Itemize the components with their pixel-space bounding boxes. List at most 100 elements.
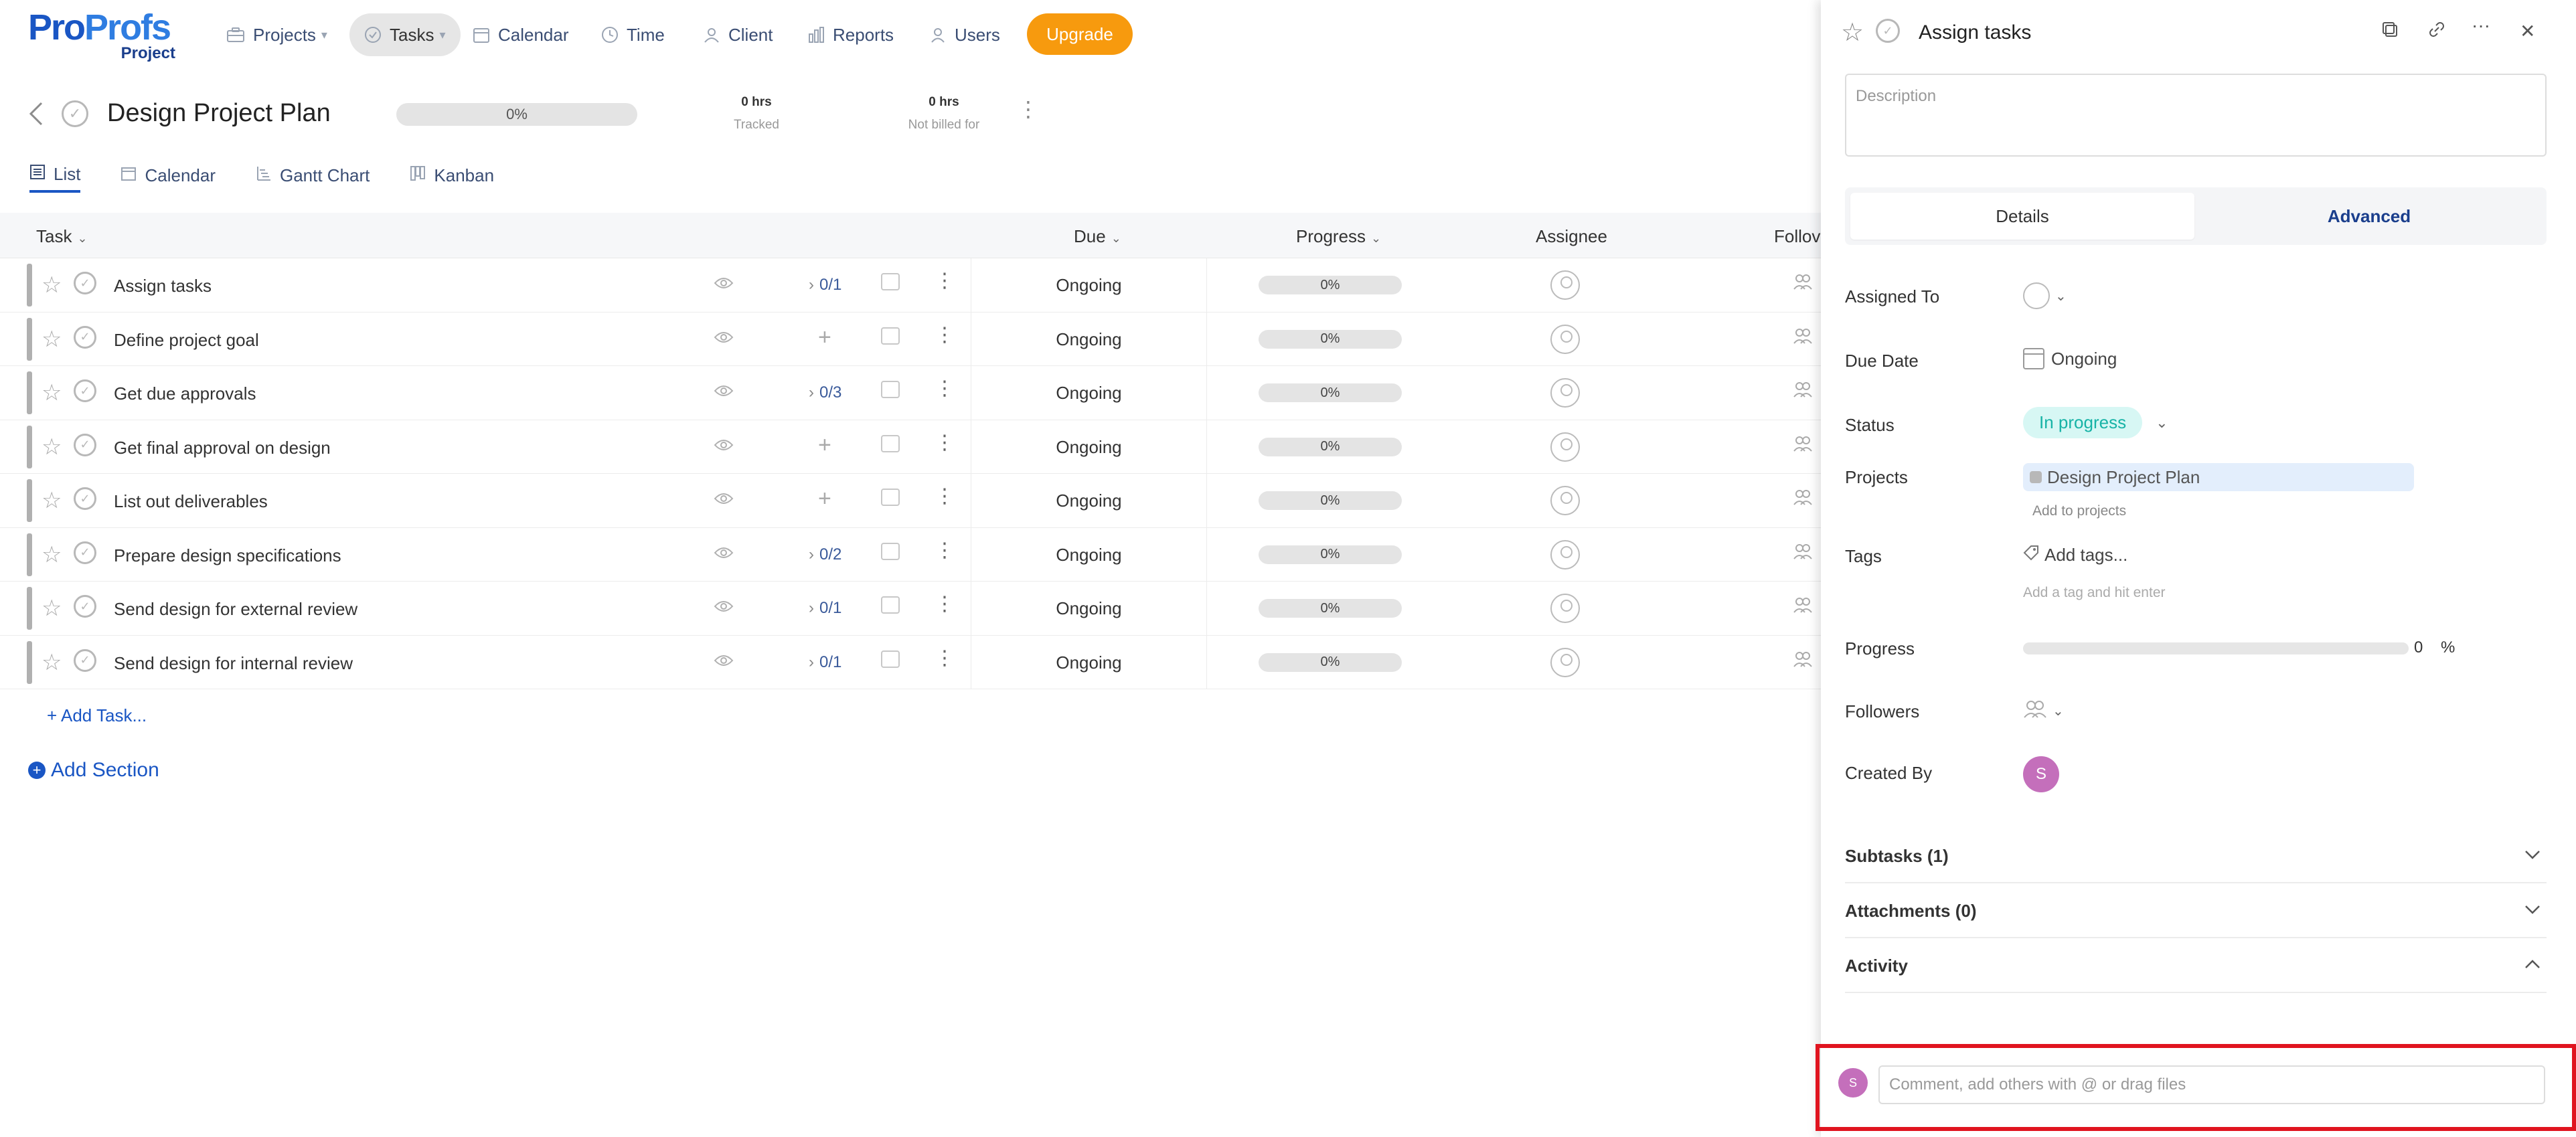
subtask-count[interactable]: › 0/2	[809, 545, 841, 564]
header-task[interactable]: Task ⌄	[36, 226, 88, 247]
activity-section[interactable]: Activity	[1845, 938, 2547, 993]
copy-icon[interactable]	[2381, 20, 2399, 43]
due-cell[interactable]: Ongoing	[971, 582, 1206, 635]
nav-tasks[interactable]: Tasks ▾	[349, 13, 461, 56]
drag-handle[interactable]	[27, 425, 32, 468]
complete-check-icon[interactable]: ✓	[1876, 19, 1900, 43]
drag-handle[interactable]	[27, 317, 32, 361]
star-icon[interactable]: ☆	[42, 595, 62, 622]
comment-input[interactable]: Comment, add others with @ or drag files	[1878, 1065, 2545, 1104]
more-vertical-icon[interactable]: ⋮	[935, 269, 955, 292]
more-vertical-icon[interactable]: ⋮	[935, 646, 955, 670]
assignee-placeholder-icon[interactable]	[1550, 378, 1580, 408]
assignee-picker[interactable]: ⌄	[2023, 282, 2067, 309]
nav-projects[interactable]: Projects ▾	[226, 13, 327, 56]
add-subtask-icon[interactable]: +	[818, 486, 831, 512]
comment-icon[interactable]	[881, 650, 900, 668]
star-icon[interactable]: ☆	[42, 487, 62, 514]
progress-value[interactable]: 0	[2414, 638, 2423, 657]
star-icon[interactable]: ☆	[42, 272, 62, 298]
assignee-placeholder-icon[interactable]	[1550, 647, 1580, 677]
eye-icon[interactable]	[714, 435, 734, 456]
followers-icon[interactable]	[1793, 650, 1817, 673]
subtask-count[interactable]: › 0/3	[809, 383, 841, 402]
task-name[interactable]: Get due approvals	[114, 383, 256, 404]
add-subtask-icon[interactable]: +	[818, 432, 831, 458]
followers-picker[interactable]: ⌄	[2023, 699, 2064, 723]
complete-check-icon[interactable]: ✓	[74, 272, 96, 294]
subtask-count[interactable]: › 0/1	[809, 653, 841, 672]
star-icon[interactable]: ☆	[42, 434, 62, 460]
table-row[interactable]: ☆ ✓ Prepare design specifications › 0/2 ⋮…	[0, 527, 1821, 582]
complete-check-icon[interactable]: ✓	[74, 541, 96, 564]
more-vertical-icon[interactable]: ⋮	[935, 539, 955, 562]
table-row[interactable]: ☆ ✓ Define project goal + ⋮ Ongoing 0%	[0, 312, 1821, 366]
tab-gantt-chart[interactable]: Gantt Chart	[256, 158, 370, 193]
more-vertical-icon[interactable]: ⋮	[935, 377, 955, 400]
assignee-placeholder-icon[interactable]	[1550, 270, 1580, 300]
complete-check-icon[interactable]: ✓	[74, 433, 96, 456]
eye-icon[interactable]	[714, 327, 734, 349]
task-name[interactable]: Prepare design specifications	[114, 545, 341, 566]
nav-reports[interactable]: Reports	[807, 13, 894, 56]
task-name[interactable]: Assign tasks	[114, 276, 212, 296]
comment-icon[interactable]	[881, 542, 900, 560]
eye-icon[interactable]	[714, 543, 734, 564]
star-icon[interactable]: ☆	[1841, 17, 1864, 48]
comment-icon[interactable]	[881, 596, 900, 614]
tab-details[interactable]: Details	[1850, 193, 2194, 240]
subtask-count[interactable]: › 0/1	[809, 276, 841, 294]
due-cell[interactable]: Ongoing	[971, 420, 1206, 474]
eye-icon[interactable]	[714, 273, 734, 294]
nav-calendar[interactable]: Calendar	[473, 13, 569, 56]
comment-icon[interactable]	[881, 327, 900, 345]
tab-kanban[interactable]: Kanban	[410, 158, 494, 193]
drag-handle[interactable]	[27, 533, 32, 576]
task-name[interactable]: Send design for internal review	[114, 653, 353, 674]
complete-check-icon[interactable]: ✓	[74, 648, 96, 672]
attachments-section[interactable]: Attachments (0)	[1845, 883, 2547, 938]
due-cell[interactable]: Ongoing	[971, 366, 1206, 420]
more-vertical-icon[interactable]: ⋮	[935, 592, 955, 616]
followers-icon[interactable]	[1793, 596, 1817, 618]
assignee-placeholder-icon[interactable]	[1550, 432, 1580, 462]
header-progress[interactable]: Progress ⌄	[1296, 226, 1381, 247]
table-row[interactable]: ☆ ✓ Get final approval on design + ⋮ Ong…	[0, 420, 1821, 474]
assignee-placeholder-icon[interactable]	[1550, 486, 1580, 515]
nav-client[interactable]: Client	[703, 13, 773, 56]
star-icon[interactable]: ☆	[42, 326, 62, 353]
tab-calendar[interactable]: Calendar	[120, 158, 216, 193]
comment-icon[interactable]	[881, 489, 900, 506]
table-row[interactable]: ☆ ✓ Assign tasks › 0/1 ⋮ Ongoing 0%	[0, 258, 1821, 313]
followers-icon[interactable]	[1793, 435, 1817, 457]
followers-icon[interactable]	[1793, 543, 1817, 565]
complete-check-icon[interactable]: ✓	[74, 379, 96, 402]
drag-handle[interactable]	[27, 264, 32, 307]
more-horizontal-icon[interactable]: ···	[2472, 15, 2490, 36]
complete-check-icon[interactable]: ✓	[74, 325, 96, 349]
proprofs-logo[interactable]: ProProfs Project	[28, 9, 182, 63]
drag-handle[interactable]	[27, 479, 32, 522]
followers-icon[interactable]	[1793, 327, 1817, 349]
more-vertical-icon[interactable]: ⋮	[935, 485, 955, 508]
task-name[interactable]: Send design for external review	[114, 599, 357, 620]
link-icon[interactable]	[2427, 20, 2446, 43]
eye-icon[interactable]	[714, 650, 734, 672]
table-row[interactable]: ☆ ✓ Send design for external review › 0/1…	[0, 582, 1821, 636]
subtasks-section[interactable]: Subtasks (1)	[1845, 828, 2547, 883]
comment-icon[interactable]	[881, 381, 900, 398]
complete-check-icon[interactable]: ✓	[74, 487, 96, 510]
back-arrow-icon[interactable]	[28, 100, 44, 134]
table-row[interactable]: ☆ ✓ Get due approvals › 0/3 ⋮ Ongoing 0%	[0, 366, 1821, 420]
due-date-picker[interactable]: Ongoing	[2023, 348, 2117, 369]
due-cell[interactable]: Ongoing	[971, 258, 1206, 312]
more-vertical-icon[interactable]: ⋮	[935, 431, 955, 454]
progress-slider[interactable]	[2023, 642, 2409, 654]
header-due[interactable]: Due ⌄	[1074, 226, 1121, 247]
eye-icon[interactable]	[714, 596, 734, 618]
due-cell[interactable]: Ongoing	[971, 527, 1206, 582]
eye-icon[interactable]	[714, 489, 734, 510]
eye-icon[interactable]	[714, 381, 734, 402]
comment-icon[interactable]	[881, 273, 900, 290]
subtask-count[interactable]: › 0/1	[809, 599, 841, 618]
